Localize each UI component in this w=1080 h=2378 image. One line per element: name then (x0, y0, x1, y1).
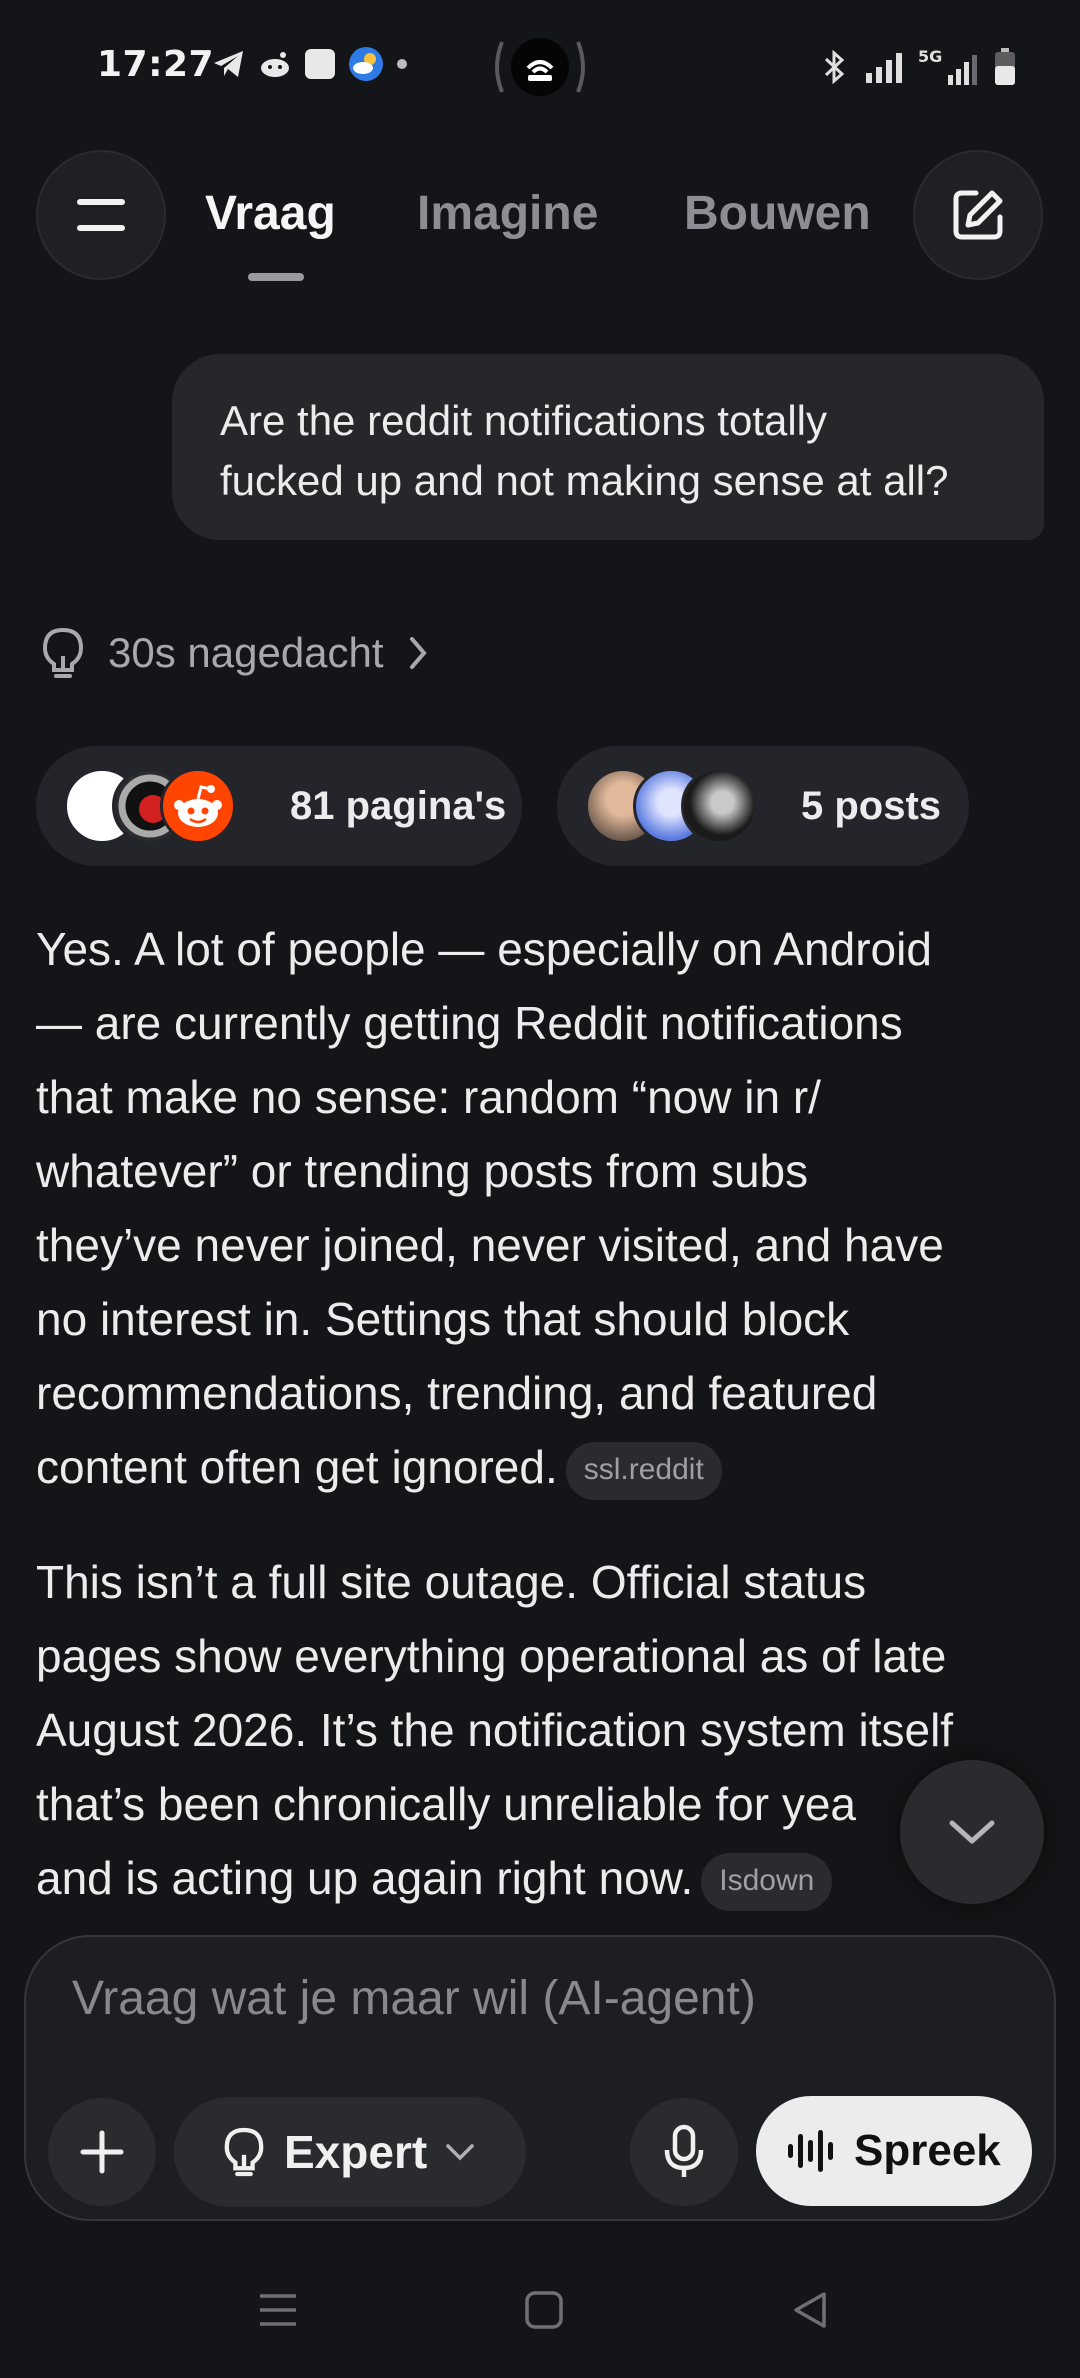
mode-label: Expert (284, 2126, 428, 2178)
sources-pages-chip[interactable]: 81 pagina's (36, 746, 522, 866)
plus-icon (80, 2130, 124, 2174)
answer-line-with-citation: content often get ignored. ssl.reddit (36, 1430, 1046, 1504)
bluetooth-icon (824, 50, 845, 84)
chevron-down-icon (446, 2144, 474, 2161)
chevron-down-icon (949, 1820, 995, 1844)
reddit-logo-icon (160, 768, 236, 844)
system-status-icons: 5G (820, 48, 1016, 86)
menu-button[interactable] (36, 150, 166, 280)
lightbulb-icon (42, 627, 84, 678)
recent-apps-button[interactable] (258, 2290, 298, 2334)
answer-line: and is acting up again right now. (36, 1852, 694, 1904)
answer-line: recommendations, trending, and featured (36, 1367, 878, 1419)
answer-line: Yes. A lot of people — especially on And… (36, 923, 932, 975)
thought-summary-button[interactable]: 30s nagedacht (40, 626, 430, 680)
message-input[interactable]: Vraag wat je maar wil (AI-agent) (72, 1971, 756, 2026)
answer-line: pages show everything operational as of … (36, 1630, 947, 1682)
citation-chip-ssl-reddit[interactable]: ssl.reddit (565, 1441, 722, 1500)
tab-vraag[interactable]: Vraag (205, 186, 336, 241)
answer-line: content often get ignored. (36, 1441, 558, 1493)
tab-bouwen[interactable]: Bouwen (684, 186, 871, 241)
posts-count-label: 5 posts (801, 783, 942, 828)
reddit-notification-icon (261, 52, 289, 77)
user-message-line: Are the reddit notifications totally (220, 397, 827, 444)
speak-label: Spreek (854, 2126, 1001, 2175)
status-time: 17:27 (97, 44, 215, 85)
gallery-icon (305, 49, 335, 79)
network-label: 5G (918, 47, 943, 66)
sources-posts-chip[interactable]: 5 posts (557, 746, 969, 866)
microphone-icon (664, 2124, 704, 2177)
battery-icon (995, 48, 1016, 85)
answer-paragraph: This isn’t a full site outage. Official … (36, 1545, 1046, 1915)
microphone-button[interactable] (630, 2098, 738, 2206)
post-avatar-3 (681, 768, 757, 844)
hamburger-menu-icon (77, 199, 125, 231)
speak-button[interactable]: Spreek (756, 2096, 1032, 2206)
home-button[interactable] (524, 2290, 564, 2334)
tab-imagine[interactable]: Imagine (417, 186, 598, 241)
edit-icon (953, 190, 1003, 240)
telegram-icon (214, 51, 243, 77)
notification-icons (212, 46, 408, 82)
back-icon (794, 2292, 826, 2328)
network-5g-signal-icon: 5G (918, 49, 980, 85)
recent-apps-icon (260, 2294, 296, 2326)
lightbulb-icon (224, 2127, 264, 2177)
answer-line: no interest in. Settings that should blo… (36, 1293, 850, 1345)
answer-line-with-citation: and is acting up again right now. Isdown (36, 1841, 1046, 1915)
answer-line: — are currently getting Reddit notificat… (36, 997, 903, 1049)
back-button[interactable] (790, 2290, 830, 2334)
signal-icon (866, 53, 902, 83)
user-message-line: fucked up and not making sense at all? (220, 457, 949, 504)
answer-line: whatever” or trending posts from subs (36, 1145, 809, 1197)
scroll-to-bottom-button[interactable] (900, 1760, 1044, 1904)
answer-line: This isn’t a full site outage. Official … (36, 1556, 867, 1608)
answer-line: that make no sense: random “now in r/ (36, 1071, 821, 1123)
chevron-right-icon (409, 637, 427, 669)
answer-line: that’s been chronically unreliable for y… (36, 1778, 856, 1830)
answer-line: they’ve never joined, never visited, and… (36, 1219, 944, 1271)
new-chat-button[interactable] (913, 150, 1043, 280)
citation-chip-isdown[interactable]: Isdown (701, 1852, 833, 1911)
camera-hotspot-indicator (490, 38, 590, 96)
answer-paragraph: Yes. A lot of people — especially on And… (36, 912, 1046, 1504)
home-icon (525, 2291, 563, 2329)
attach-button[interactable] (48, 2098, 156, 2206)
more-notifications-dot-icon (397, 59, 407, 69)
weather-icon (349, 47, 383, 81)
thought-label: 30s nagedacht (108, 629, 384, 676)
active-tab-indicator (248, 273, 304, 281)
mode-select-expert[interactable]: Expert (174, 2097, 526, 2207)
answer-line: August 2026. It’s the notification syste… (36, 1704, 954, 1756)
pages-count-label: 81 pagina's (290, 783, 507, 828)
voice-waveform-icon (788, 2130, 833, 2172)
user-message-bubble: Are the reddit notifications totally fuc… (172, 354, 1044, 540)
